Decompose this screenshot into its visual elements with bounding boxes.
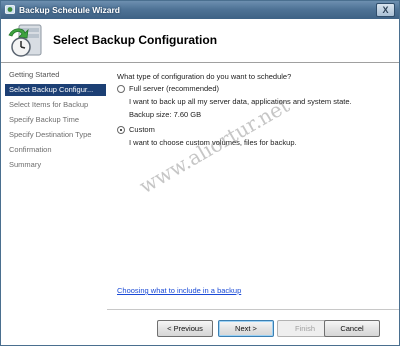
wizard-steps-nav: Getting Started Select Backup Configur..… [1,64,107,304]
full-server-label[interactable]: Full server (recommended) [129,84,219,93]
cancel-button[interactable]: Cancel [324,320,380,337]
close-button[interactable]: X [376,3,395,17]
nav-item-select-items-for-backup: Select Items for Backup [9,100,89,109]
backup-clock-icon [8,24,42,57]
full-server-radio[interactable] [117,85,125,93]
page-title: Select Backup Configuration [53,33,218,47]
wizard-header: Select Backup Configuration [1,19,399,63]
nav-item-select-backup-configuration[interactable]: Select Backup Configur... [5,84,106,96]
nav-item-getting-started[interactable]: Getting Started [5,69,105,81]
full-server-description: I want to back up all my server data, ap… [129,97,352,106]
backup-size-text: Backup size: 7.60 GB [129,110,202,119]
configuration-question: What type of configuration do you want t… [117,72,292,81]
custom-radio[interactable] [117,126,125,134]
nav-item-summary: Summary [9,160,42,169]
nav-item-specify-destination-type: Specify Destination Type [9,130,92,139]
next-button[interactable]: Next > [218,320,274,337]
nav-item-confirmation: Confirmation [9,145,52,154]
previous-button[interactable]: < Previous [157,320,213,337]
title-bar[interactable]: Backup Schedule Wizard X [1,1,399,19]
backup-app-icon [5,5,15,14]
wizard-footer: < Previous Next > Finish Cancel [107,309,399,346]
wizard-content: What type of configuration do you want t… [109,64,399,304]
help-link[interactable]: Choosing what to include in a backup [117,286,241,295]
custom-label[interactable]: Custom [129,125,155,134]
close-icon: X [382,5,389,15]
window-title: Backup Schedule Wizard [19,5,121,15]
wizard-window: Backup Schedule Wizard X Select Backup C… [0,0,400,346]
nav-item-specify-backup-time: Specify Backup Time [9,115,80,124]
custom-description: I want to choose custom volumes, files f… [129,138,297,147]
